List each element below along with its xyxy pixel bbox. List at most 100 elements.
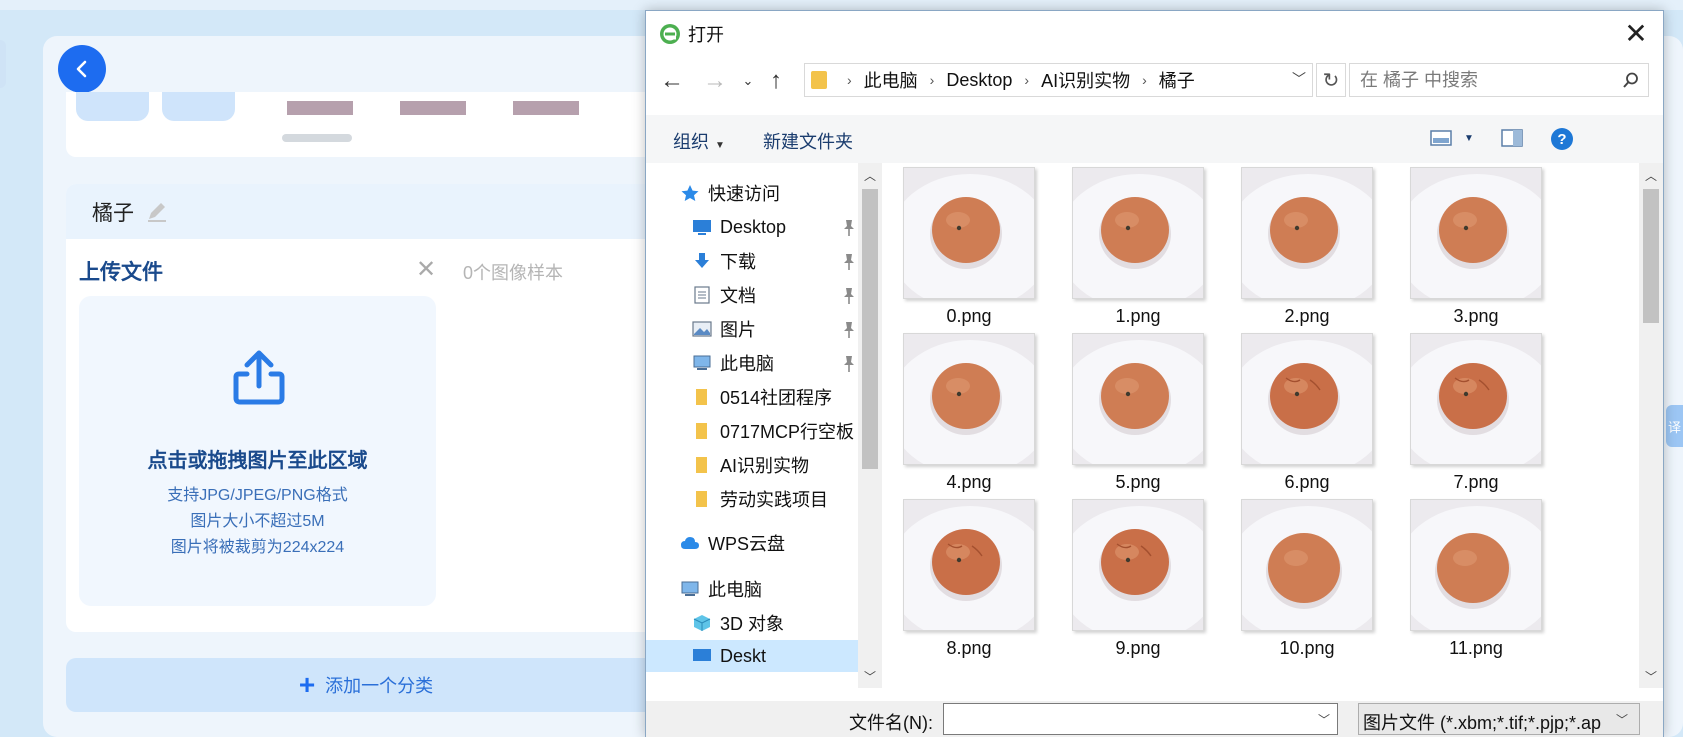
browser-icon: [660, 24, 680, 44]
nav-item-folder[interactable]: 0717MCP行空板: [692, 415, 854, 447]
nav-item-label: 0717MCP行空板: [720, 422, 855, 442]
organize-menu[interactable]: 组织 ▼: [673, 128, 725, 154]
close-icon[interactable]: ✕: [416, 255, 436, 284]
file-item[interactable]: 8.png: [889, 495, 1039, 673]
scroll-thumb[interactable]: [1643, 189, 1659, 323]
nav-item-downloads[interactable]: 下载: [692, 245, 756, 277]
file-item[interactable]: 9.png: [1058, 495, 1208, 673]
open-file-dialog: 打开 ✕ ← → ⌄ ↑ › 此电脑 › Desktop › AI识别实物 › …: [645, 10, 1664, 737]
file-item[interactable]: 0.png: [889, 163, 1039, 341]
horizontal-scroll-handle[interactable]: [282, 134, 352, 142]
nav-desktop-selected[interactable]: Deskt: [646, 640, 858, 672]
pin-icon: [844, 356, 854, 372]
chevron-right-icon[interactable]: ›: [847, 72, 852, 88]
nav-wps-cloud[interactable]: WPS云盘: [680, 527, 785, 559]
side-translate-tab[interactable]: 译: [1666, 405, 1683, 447]
file-item[interactable]: 11.png: [1396, 495, 1546, 673]
file-item[interactable]: 2.png: [1227, 163, 1377, 341]
folder-icon: [696, 457, 707, 473]
nav-item-label: 下载: [720, 252, 756, 272]
navigation-scrollbar[interactable]: ︿ ﹀: [858, 163, 882, 688]
file-name-input[interactable]: [943, 703, 1338, 735]
nav-item-folder[interactable]: 劳动实践项目: [692, 483, 828, 515]
file-item[interactable]: 3.png: [1396, 163, 1546, 341]
upload-title: 上传文件: [79, 261, 163, 284]
chevron-down-icon[interactable]: ﹀: [1318, 711, 1330, 728]
file-name: 6.png: [1284, 472, 1330, 492]
chevron-right-icon[interactable]: ›: [1024, 72, 1029, 88]
plus-icon: +: [298, 669, 316, 700]
file-item[interactable]: 5.png: [1058, 329, 1208, 507]
view-caret-icon[interactable]: ▼: [1464, 133, 1474, 144]
drop-zone-title: 点击或拖拽图片至此区域: [147, 450, 368, 472]
add-class-button[interactable]: + 添加一个分类: [66, 658, 666, 712]
file-item[interactable]: 7.png: [1396, 329, 1546, 507]
search-input[interactable]: [1349, 63, 1649, 97]
orange-photo: [904, 500, 1034, 630]
nav-item-this-pc[interactable]: 此电脑: [692, 347, 774, 379]
address-bar[interactable]: › 此电脑 › Desktop › AI识别实物 › 橘子 ﹀: [804, 63, 1313, 97]
scroll-down-icon[interactable]: ﹀: [1639, 664, 1663, 688]
nav-this-pc[interactable]: 此电脑: [680, 573, 762, 605]
chevron-down-icon[interactable]: ﹀: [1616, 711, 1628, 728]
file-item[interactable]: 6.png: [1227, 329, 1377, 507]
help-icon[interactable]: ?: [1550, 127, 1574, 151]
file-thumbnail: [1410, 167, 1542, 299]
file-type-select[interactable]: 图片文件 (*.xbm;*.tif;*.pjp;*.ap: [1358, 703, 1640, 735]
view-options-icon[interactable]: [1430, 129, 1452, 147]
edit-icon[interactable]: [144, 199, 170, 225]
scroll-up-icon[interactable]: ︿: [858, 163, 882, 187]
file-item[interactable]: 1.png: [1058, 163, 1208, 341]
file-name: 4.png: [946, 472, 992, 492]
scroll-thumb[interactable]: [862, 189, 878, 469]
chevron-down-icon[interactable]: ﹀: [1292, 69, 1306, 89]
nav-item-desktop[interactable]: Desktop: [692, 211, 786, 243]
file-thumbnail: [903, 167, 1035, 299]
breadcrumb-item[interactable]: Desktop: [946, 70, 1012, 91]
file-thumbnail: [903, 333, 1035, 465]
orange-photo: [1073, 500, 1203, 630]
previous-class-card: [66, 92, 666, 157]
file-thumbnail: [1241, 167, 1373, 299]
sample-count: 0个图像样本: [463, 263, 564, 283]
breadcrumb-item[interactable]: 此电脑: [864, 67, 918, 93]
nav-item-documents[interactable]: 文档: [692, 279, 756, 311]
chip[interactable]: [162, 92, 235, 121]
scroll-down-icon[interactable]: ﹀: [858, 664, 882, 688]
chip[interactable]: [76, 92, 149, 121]
orange-photo: [1242, 500, 1372, 630]
back-button[interactable]: [58, 45, 106, 93]
nav-item-label: 此电脑: [720, 354, 774, 374]
breadcrumb-item[interactable]: 橘子: [1159, 67, 1195, 93]
forward-arrow-icon[interactable]: →: [701, 67, 729, 95]
nav-quick-access[interactable]: 快速访问: [680, 177, 780, 209]
close-icon[interactable]: ✕: [1619, 17, 1653, 49]
chevron-right-icon[interactable]: ›: [930, 72, 935, 88]
dialog-titlebar[interactable]: 打开 ✕: [646, 11, 1663, 55]
scroll-up-icon[interactable]: ︿: [1639, 163, 1663, 187]
file-name: 8.png: [946, 638, 992, 658]
recent-locations-chevron-icon[interactable]: ⌄: [734, 67, 762, 95]
drop-zone-formats: 支持JPG/JPEG/PNG格式: [167, 487, 348, 504]
refresh-icon[interactable]: ↻: [1316, 63, 1346, 97]
file-item[interactable]: 4.png: [889, 329, 1039, 507]
chevron-right-icon[interactable]: ›: [1142, 72, 1147, 88]
back-arrow-icon[interactable]: ←: [658, 67, 686, 95]
pin-icon: [844, 220, 854, 236]
search-icon[interactable]: [1622, 71, 1640, 89]
new-folder-button[interactable]: 新建文件夹: [763, 128, 853, 154]
pin-icon: [844, 322, 854, 338]
file-item[interactable]: 10.png: [1227, 495, 1377, 673]
upload-drop-zone[interactable]: 点击或拖拽图片至此区域 支持JPG/JPEG/PNG格式 图片大小不超过5M 图…: [79, 296, 436, 606]
breadcrumb-item[interactable]: AI识别实物: [1041, 67, 1130, 93]
nav-item-folder[interactable]: AI识别实物: [692, 449, 809, 481]
nav-item-pictures[interactable]: 图片: [692, 313, 756, 345]
file-list-scrollbar[interactable]: ︿ ﹀: [1639, 163, 1663, 688]
star-icon: [681, 185, 699, 201]
preview-pane-icon[interactable]: [1501, 129, 1523, 147]
nav-item-label: 3D 对象: [720, 614, 785, 634]
nav-item-label: 快速访问: [708, 184, 780, 204]
up-arrow-icon[interactable]: ↑: [762, 67, 790, 95]
nav-3d-objects[interactable]: 3D 对象: [692, 607, 784, 639]
nav-item-folder[interactable]: 0514社团程序: [692, 381, 832, 413]
